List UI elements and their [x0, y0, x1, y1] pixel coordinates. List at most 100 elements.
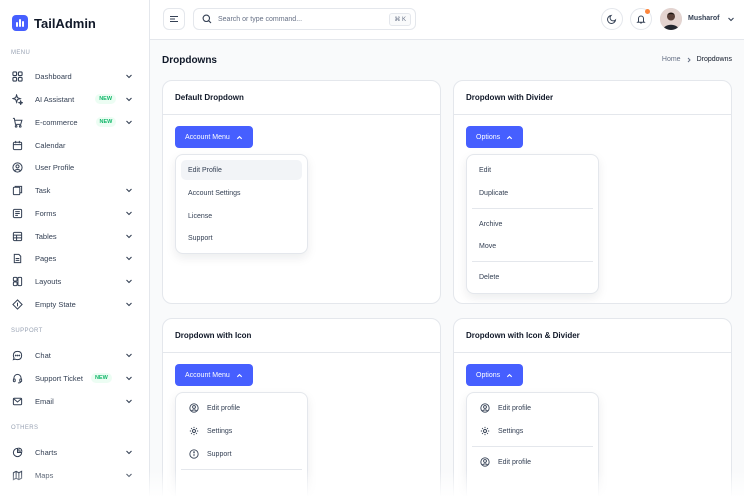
search-placeholder: Search or type command... — [218, 15, 303, 23]
table-icon — [11, 230, 23, 242]
sidebar-toggle-button[interactable] — [163, 8, 185, 30]
chevron-down-icon — [126, 353, 132, 358]
sidebar-item-label: User Profile — [35, 162, 75, 172]
breadcrumb-home[interactable]: Home — [662, 56, 681, 63]
chevron-down-icon — [126, 302, 132, 307]
menu-item-account-settings[interactable]: Account Settings — [181, 183, 302, 203]
menu-divider — [472, 261, 593, 262]
sidebar-item-label: Forms — [35, 208, 57, 218]
top-header: Search or type command... ⌘ K Musharof — [150, 0, 744, 40]
menu-item-edit[interactable]: Edit — [472, 160, 593, 180]
menu-item-delete[interactable]: Delete — [472, 267, 593, 287]
chevron-up-icon — [507, 373, 513, 377]
sidebar-item-layouts[interactable]: Layouts — [11, 272, 137, 290]
mail-icon — [11, 395, 23, 407]
menu-item-edit-profile[interactable]: Edit profile — [472, 398, 593, 418]
dropdown-menu: Edit profile Settings Support — [175, 392, 308, 496]
account-menu-button[interactable]: Account Menu — [175, 126, 253, 148]
new-badge: NEW — [95, 117, 117, 127]
menu-item-move[interactable]: Move — [472, 236, 593, 256]
account-menu-button[interactable]: Account Menu — [175, 364, 253, 386]
theme-toggle-button[interactable] — [601, 8, 623, 30]
menu-item-label: Support — [207, 450, 232, 458]
sidebar-item-label: Pages — [35, 253, 57, 263]
pie-chart-icon — [11, 446, 23, 458]
menu-item-license[interactable]: License — [181, 206, 302, 226]
sparkle-icon — [11, 93, 23, 105]
cart-icon — [11, 116, 23, 128]
chevron-down-icon[interactable] — [727, 15, 735, 23]
sidebar-item-pages[interactable]: Pages — [11, 249, 137, 267]
sidebar-item-label: E-commerce — [35, 117, 78, 127]
sidebar-item-maps[interactable]: Maps — [11, 466, 137, 484]
card-divider — [163, 352, 440, 353]
sidebar-item-label: Maps — [35, 470, 54, 480]
logo[interactable]: TailAdmin — [12, 15, 96, 31]
grid-icon — [11, 70, 23, 82]
sidebar-item-tables[interactable]: Tables — [11, 227, 137, 245]
dropdown-menu: Edit profile Settings Edit profile — [466, 392, 599, 496]
sidebar-item-user-profile[interactable]: User Profile — [11, 158, 137, 176]
sidebar-item-empty-state[interactable]: Empty State — [11, 295, 137, 313]
sidebar-item-forms[interactable]: Forms — [11, 204, 137, 222]
menu-item-archive[interactable]: Archive — [472, 214, 593, 234]
menu-item-edit-profile[interactable]: Edit Profile — [181, 160, 302, 180]
chevron-up-icon — [236, 135, 242, 139]
logo-icon — [12, 15, 28, 31]
sidebar-item-label: Tables — [35, 231, 57, 241]
sidebar-item-e-commerce[interactable]: E-commerce NEW — [11, 113, 137, 131]
sidebar-item-email[interactable]: Email — [11, 392, 137, 410]
sidebar-item-charts[interactable]: Charts — [11, 443, 137, 461]
options-button[interactable]: Options — [466, 126, 524, 148]
chevron-up-icon — [507, 135, 513, 139]
notifications-button[interactable] — [630, 8, 652, 30]
menu-item-label: Settings — [207, 427, 233, 435]
map-icon — [11, 469, 23, 481]
sidebar-item-label: AI Assistant — [35, 94, 75, 104]
user-name[interactable]: Musharof — [688, 15, 720, 22]
menu-item-duplicate[interactable]: Duplicate — [472, 183, 593, 203]
options-button[interactable]: Options — [466, 364, 524, 386]
user-icon — [479, 456, 491, 468]
sidebar-item-label: Calendar — [35, 140, 66, 150]
menu-item-edit-profile[interactable]: Edit profile — [181, 398, 302, 418]
card-title: Default Dropdown — [175, 93, 244, 102]
info-icon — [188, 448, 200, 460]
menu-item-edit-profile-2[interactable]: Edit profile — [472, 452, 593, 472]
menu-item-support[interactable]: Support — [181, 444, 302, 464]
sidebar-item-chat[interactable]: Chat — [11, 346, 137, 364]
sidebar-item-task[interactable]: Task — [11, 181, 137, 199]
card-default-dropdown: Default Dropdown Account Menu Edit Profi… — [162, 80, 441, 304]
card-title: Dropdown with Icon — [175, 331, 252, 340]
menu-item-support[interactable]: Support — [181, 228, 302, 248]
sidebar-item-calendar[interactable]: Calendar — [11, 136, 137, 154]
notification-dot — [645, 9, 650, 14]
menu-item-settings[interactable]: Settings — [472, 421, 593, 441]
search-input[interactable]: Search or type command... ⌘ K — [193, 8, 416, 30]
dropdown-menu: Edit Duplicate Archive Move Delete — [466, 154, 599, 294]
chevron-down-icon — [126, 188, 132, 193]
sidebar-item-dashboard[interactable]: Dashboard — [11, 67, 137, 85]
chevron-down-icon — [126, 256, 132, 261]
chevron-up-icon — [236, 373, 242, 377]
settings-icon — [479, 425, 491, 437]
breadcrumb-current: Dropdowns — [696, 56, 732, 63]
breadcrumb: Home Dropdowns — [662, 56, 732, 63]
avatar[interactable] — [660, 8, 682, 30]
menu-divider — [181, 469, 302, 470]
search-icon — [202, 14, 212, 24]
chevron-down-icon — [126, 376, 132, 381]
menu-item-settings[interactable]: Settings — [181, 421, 302, 441]
card-dropdown-with-icon: Dropdown with Icon Account Menu Edit pro… — [162, 318, 441, 496]
sidebar-item-support-ticket[interactable]: Support Ticket NEW — [11, 369, 137, 387]
button-label: Account Menu — [185, 371, 230, 379]
sidebar-item-label: Empty State — [35, 299, 76, 309]
form-icon — [11, 207, 23, 219]
chevron-down-icon — [126, 74, 132, 79]
chat-icon — [11, 349, 23, 361]
sidebar-item-ai-assistant[interactable]: AI Assistant NEW — [11, 90, 137, 108]
card-divider — [454, 114, 731, 115]
headset-icon — [11, 372, 23, 384]
empty-state-icon — [11, 298, 23, 310]
task-icon — [11, 184, 23, 196]
